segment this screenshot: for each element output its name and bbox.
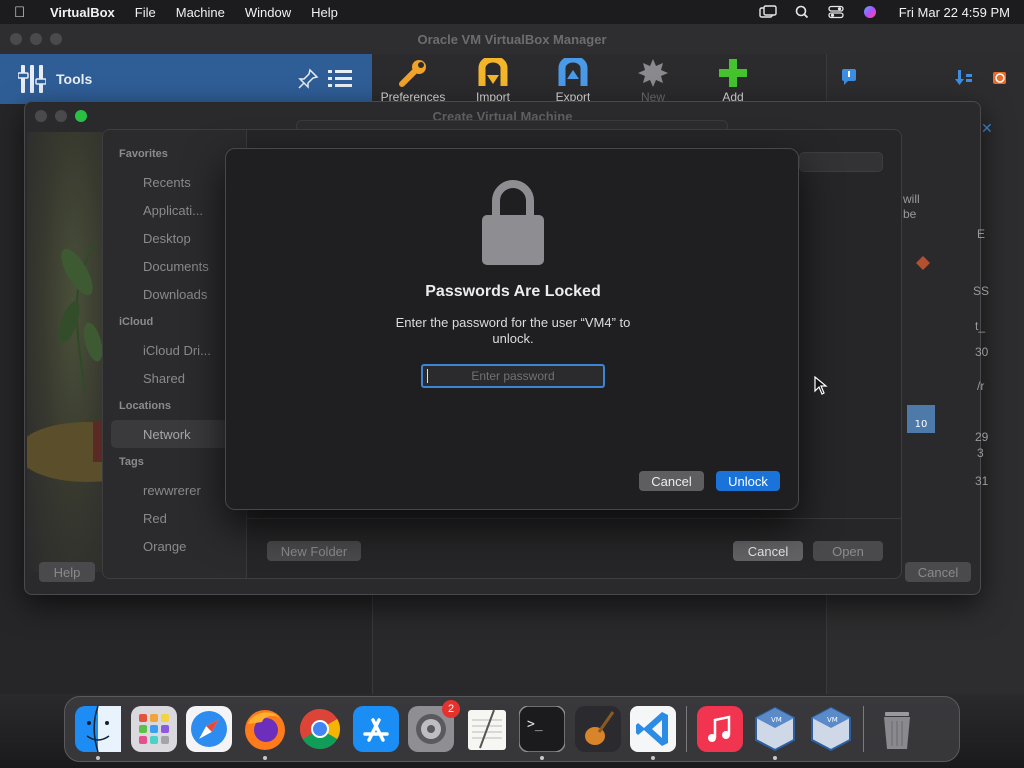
textedit-icon[interactable]: [464, 706, 510, 752]
obscured-fragment: /r: [977, 379, 985, 393]
music-icon[interactable]: [696, 706, 743, 752]
virtualbox-icon[interactable]: VM: [752, 706, 798, 760]
tools-icon: [18, 65, 46, 93]
sidebar-item-network[interactable]: Network: [111, 420, 238, 448]
spotlight-search-icon[interactable]: [793, 5, 811, 19]
create-vm-window-controls: [35, 110, 87, 122]
refresh-icon[interactable]: [991, 68, 1009, 86]
menu-app-name[interactable]: VirtualBox: [50, 5, 115, 20]
menu-help[interactable]: Help: [311, 5, 338, 20]
import-button[interactable]: Import: [462, 54, 524, 104]
launchpad-icon[interactable]: [130, 706, 177, 752]
password-dialog: Passwords Are Locked Enter the password …: [225, 148, 799, 510]
chrome-icon[interactable]: [297, 706, 343, 752]
virtualbox-icon[interactable]: VM: [808, 706, 854, 752]
menu-bar:  VirtualBox File Machine Window Help Fr…: [0, 0, 1024, 24]
create-vm-cancel-button[interactable]: Cancel: [905, 562, 971, 582]
trash-icon[interactable]: [874, 706, 920, 752]
dialog-message: Enter the password for the user “VM4” to…: [395, 315, 631, 346]
screen-mirroring-icon[interactable]: [759, 5, 777, 19]
vbox-window-title: Oracle VM VirtualBox Manager: [417, 31, 607, 47]
password-input[interactable]: [421, 364, 605, 388]
obscured-fragment: SS: [973, 284, 990, 298]
minimize-button[interactable]: [30, 33, 42, 45]
new-button[interactable]: New: [622, 54, 684, 104]
zoom-button[interactable]: [50, 33, 62, 45]
svg-text:10: 10: [915, 419, 928, 430]
system-settings-icon[interactable]: 2: [408, 700, 460, 752]
open-dialog-footer: New Folder Cancel Open: [247, 518, 902, 578]
help-button[interactable]: Help: [39, 562, 95, 582]
cancel-button[interactable]: Cancel: [639, 471, 704, 491]
wrench-icon: [399, 60, 426, 87]
garageband-icon[interactable]: [574, 706, 621, 752]
notification-badge: 2: [442, 700, 460, 718]
list-menu-icon[interactable]: [328, 68, 352, 90]
dock-separator: [685, 706, 687, 752]
menu-machine[interactable]: Machine: [176, 5, 225, 20]
text-caret: [427, 369, 428, 383]
obscured-fragment: 29: [975, 430, 989, 444]
obscured-fragment: will: [903, 192, 920, 206]
pin-icon[interactable]: [296, 67, 320, 91]
dock: 2 >_ VM VM: [64, 696, 960, 762]
safari-icon[interactable]: [186, 706, 232, 752]
new-starburst-icon: [638, 59, 668, 87]
search-field[interactable]: [799, 152, 883, 172]
menu-file[interactable]: File: [135, 5, 156, 20]
finder-icon[interactable]: [75, 706, 121, 760]
close-x-icon[interactable]: ✕: [981, 120, 993, 137]
terminal-icon[interactable]: >_: [519, 706, 565, 760]
zoom-button[interactable]: [75, 110, 87, 122]
vbox-titlebar: Oracle VM VirtualBox Manager: [0, 24, 1024, 54]
close-button[interactable]: [10, 33, 22, 45]
preferences-button[interactable]: Preferences: [381, 54, 445, 104]
sort-icon[interactable]: [955, 68, 973, 86]
obscured-fragment: t_: [975, 319, 986, 333]
obscured-fragment: E: [977, 227, 986, 241]
minimize-button[interactable]: [55, 110, 67, 122]
open-dialog-cancel-button[interactable]: Cancel: [733, 541, 803, 561]
dock-separator: [863, 706, 864, 752]
control-center-icon[interactable]: [827, 5, 845, 19]
create-vm-illustration: [27, 132, 105, 572]
new-folder-button[interactable]: New Folder: [267, 541, 361, 561]
sidebar-item-tag-red[interactable]: Red: [103, 504, 246, 532]
vscode-icon[interactable]: [630, 706, 676, 760]
svg-text:VM: VM: [771, 716, 782, 724]
svg-text:VM: VM: [827, 716, 838, 724]
mouse-cursor-icon: [814, 376, 828, 395]
add-plus-icon: [719, 59, 747, 87]
obscured-fragment: 30: [975, 345, 989, 359]
sidebar-item-tag-orange[interactable]: Orange: [103, 532, 246, 560]
siri-icon[interactable]: [861, 5, 879, 19]
add-button[interactable]: Add: [702, 54, 764, 104]
export-button[interactable]: Export: [542, 54, 604, 104]
warning-diamond-icon: [916, 256, 930, 270]
tools-item[interactable]: Tools: [0, 54, 372, 104]
vbox-window-controls: [10, 33, 62, 45]
apple-menu-icon[interactable]: : [14, 4, 36, 21]
firefox-icon[interactable]: [242, 706, 288, 760]
help-bubble-icon[interactable]: [841, 68, 857, 86]
tools-label: Tools: [56, 71, 93, 87]
unlock-button[interactable]: Unlock: [716, 471, 780, 491]
create-vm-obscured-text: will be E SS t_ 30 /r 29 3 31: [903, 182, 989, 542]
app-store-icon[interactable]: [352, 706, 399, 752]
vbox-toolbar: Preferences Import Export New Add: [372, 54, 826, 104]
svg-text:>_: >_: [527, 717, 543, 732]
obscured-fragment: 31: [975, 474, 989, 488]
os-type-icon: 10: [907, 405, 935, 433]
open-button[interactable]: Open: [813, 541, 883, 561]
obscured-fragment: be: [903, 207, 917, 221]
menubar-clock[interactable]: Fri Mar 22 4:59 PM: [899, 5, 1010, 20]
plant-illustration: [27, 241, 105, 482]
dialog-title: Passwords Are Locked: [425, 283, 601, 300]
close-button[interactable]: [35, 110, 47, 122]
export-icon: [558, 58, 588, 86]
import-icon: [478, 58, 508, 86]
obscured-fragment: 3: [977, 446, 984, 460]
menu-window[interactable]: Window: [245, 5, 291, 20]
lock-icon: [482, 180, 544, 265]
